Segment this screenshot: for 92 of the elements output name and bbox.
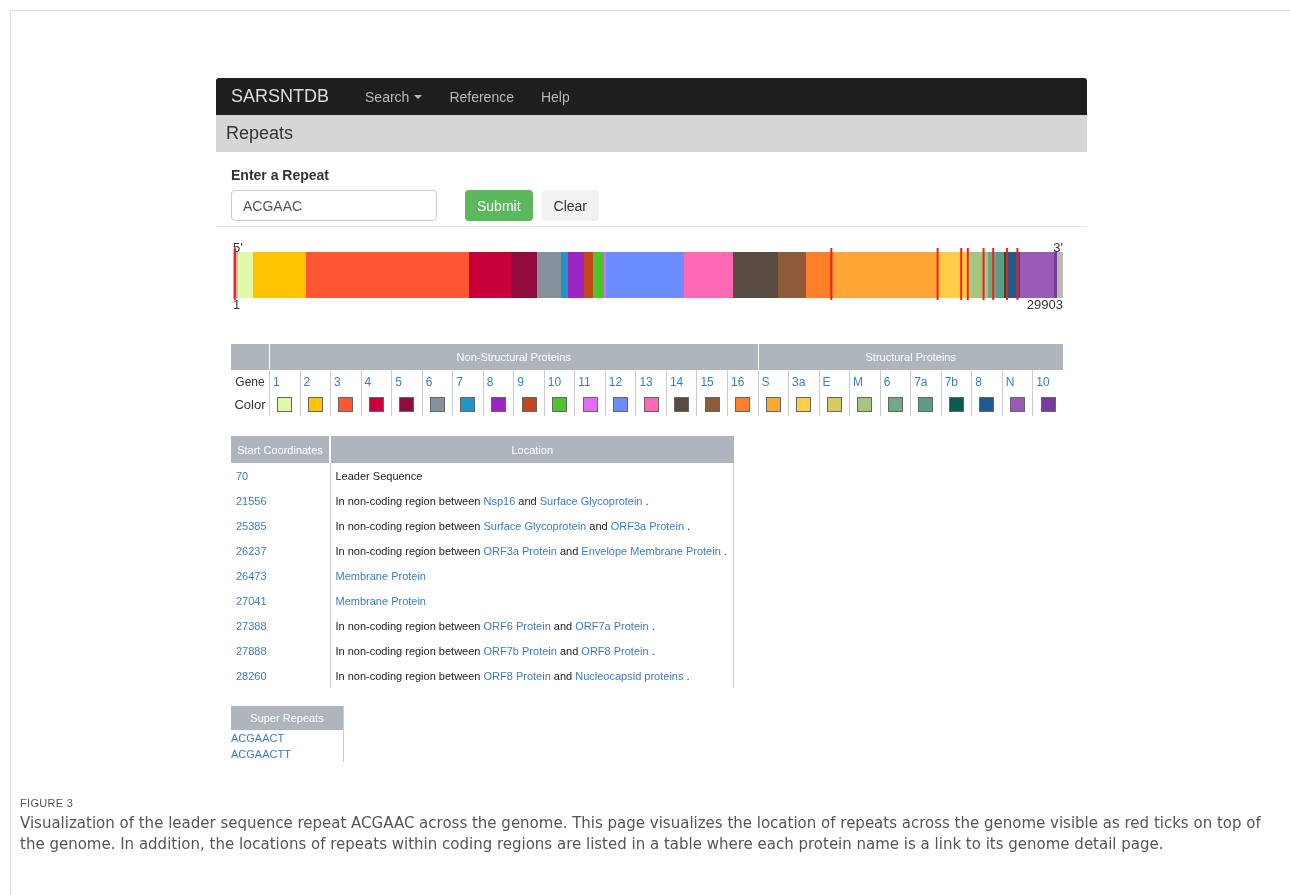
protein-link[interactable]: ORF8 Protein: [483, 669, 551, 682]
page-title: Repeats: [226, 123, 294, 144]
brand-link[interactable]: SARSNTDB: [231, 86, 329, 107]
coordinate-link[interactable]: 27888: [236, 644, 267, 657]
protein-link[interactable]: Surface Glycoprotein: [483, 519, 587, 532]
coordinate-link[interactable]: 25385: [236, 519, 267, 532]
gene-link[interactable]: 16: [727, 370, 758, 393]
location-text: In non-coding region between: [335, 644, 482, 657]
gene-link[interactable]: M: [849, 370, 881, 393]
gene-link[interactable]: 12: [605, 370, 636, 393]
column-header: Location: [330, 436, 734, 463]
location-text: In non-coding region between: [335, 494, 482, 507]
gene-link[interactable]: N: [1002, 370, 1033, 393]
repeat-link[interactable]: ACGAACT: [231, 732, 285, 744]
location-text: and: [552, 619, 574, 632]
gene-link[interactable]: 8: [483, 370, 514, 393]
start-position-label: 1: [233, 298, 241, 312]
gene-link[interactable]: 9: [513, 370, 545, 393]
gene-link[interactable]: 7b: [941, 370, 972, 393]
location-text: .: [685, 669, 690, 682]
location-text: and: [517, 494, 538, 507]
location-text: and: [558, 544, 580, 557]
protein-link[interactable]: ORF8 Protein: [581, 644, 649, 657]
protein-link[interactable]: ORF3a Protein: [610, 519, 685, 532]
protein-link[interactable]: Membrane Protein: [335, 569, 426, 582]
protein-link[interactable]: Membrane Protein: [335, 594, 426, 607]
gene-link[interactable]: 10: [544, 370, 575, 393]
coordinate-link[interactable]: 70: [236, 469, 249, 482]
protein-link[interactable]: ORF7a Protein: [575, 619, 649, 632]
location-text: .: [644, 494, 649, 507]
location-text: In non-coding region between: [335, 544, 482, 557]
nav-link[interactable]: Search: [365, 88, 423, 105]
gene-link[interactable]: 10: [1032, 370, 1063, 393]
repeat-link[interactable]: ACGAACTT: [231, 748, 291, 760]
gene-link[interactable]: 8: [971, 370, 1003, 393]
coordinate-link[interactable]: 26473: [236, 569, 267, 582]
group-header: Non-Structural Proteins: [269, 344, 758, 370]
location-text: In non-coding region between: [335, 619, 482, 632]
protein-link[interactable]: ORF7b Protein: [483, 644, 557, 657]
group-header: Structural Proteins: [758, 344, 1063, 370]
coordinate-link[interactable]: 26237: [236, 544, 267, 557]
location-text: In non-coding region between: [335, 669, 482, 682]
end-position-label: 29903: [1026, 298, 1063, 312]
row-label: Color: [231, 393, 270, 416]
coordinate-link[interactable]: 28260: [236, 669, 267, 682]
five-prime-label: 5': [233, 241, 243, 255]
column-header: Super Repeats: [231, 706, 343, 730]
gene-link[interactable]: 13: [635, 370, 667, 393]
gene-link[interactable]: 7: [452, 370, 484, 393]
gene-link[interactable]: 14: [666, 370, 697, 393]
gene-link[interactable]: 5: [391, 370, 423, 393]
location-text: .: [686, 519, 691, 532]
figure-caption: Visualization of the leader sequence repeat ACGAAC across the genome. This page visualizes the location of repeats across the genome visible as red ticks on top of the genome. In addition, the locations of repeats within coding regions are listed in a table where each protein name is a link to its genome detail page.: [20, 813, 1262, 855]
coordinate-link[interactable]: 21556: [236, 494, 267, 507]
protein-link[interactable]: Nucleocapsid proteins: [575, 669, 684, 682]
repeat-input-field[interactable]: ACGAAC: [231, 190, 437, 221]
field-label: Enter a Repeat: [231, 167, 331, 183]
location-text: .: [722, 544, 727, 557]
submit-button[interactable]: Submit: [465, 190, 533, 221]
location-text: Leader Sequence: [335, 469, 423, 482]
gene-link[interactable]: S: [758, 370, 789, 393]
row-label: Gene: [231, 370, 270, 393]
protein-link[interactable]: Surface Glycoprotein: [539, 494, 643, 507]
gene-link[interactable]: 4: [361, 370, 392, 393]
location-text: and: [558, 644, 580, 657]
clear-button[interactable]: Clear: [541, 190, 600, 221]
column-header: Start Coordinates: [231, 436, 330, 463]
gene-link[interactable]: 6: [880, 370, 911, 393]
figure-label: FIGURE 3: [20, 797, 75, 809]
gene-link[interactable]: 3: [330, 370, 362, 393]
location-text: In non-coding region between: [335, 519, 482, 532]
gene-link[interactable]: 15: [696, 370, 728, 393]
gene-link[interactable]: 7a: [910, 370, 942, 393]
location-text: .: [650, 644, 655, 657]
protein-link[interactable]: Envelope Membrane Protein: [581, 544, 721, 557]
gene-link[interactable]: 1: [269, 370, 301, 393]
gene-link[interactable]: 6: [422, 370, 453, 393]
gene-link[interactable]: 3a: [788, 370, 820, 393]
location-text: .: [650, 619, 655, 632]
protein-link[interactable]: Nsp16: [483, 494, 516, 507]
coordinate-link[interactable]: 27041: [236, 594, 267, 607]
location-text: and: [552, 669, 574, 682]
nav-link[interactable]: Help: [540, 88, 570, 105]
gene-link[interactable]: 2: [300, 370, 331, 393]
nav-link[interactable]: Reference: [449, 88, 514, 105]
location-text: and: [588, 519, 609, 532]
protein-link[interactable]: ORF6 Protein: [483, 619, 551, 632]
gene-link[interactable]: E: [819, 370, 850, 393]
three-prime-label: 3': [1053, 241, 1063, 255]
coordinate-link[interactable]: 27388: [236, 619, 267, 632]
gene-link[interactable]: 11: [574, 370, 606, 393]
protein-link[interactable]: ORF3a Protein: [483, 544, 557, 557]
